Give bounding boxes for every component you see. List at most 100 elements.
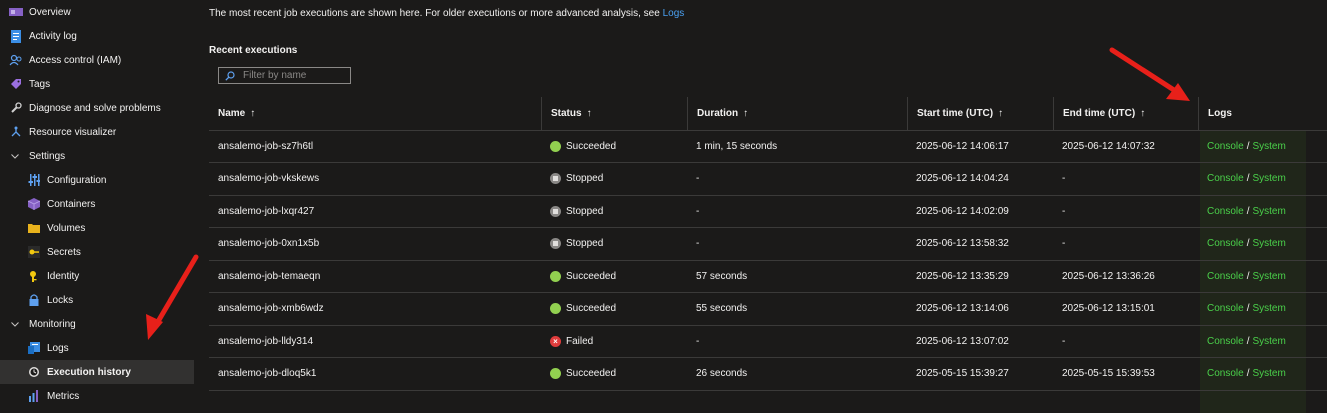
cell-status: Succeeded xyxy=(541,260,616,292)
cell-end: - xyxy=(1062,173,1066,184)
cell-start: 2025-05-15 15:39:27 xyxy=(916,368,1009,379)
sidebar-item-label: Activity log xyxy=(29,30,77,42)
system-log-link[interactable]: System xyxy=(1252,368,1285,379)
sidebar-item-resource-visualizer[interactable]: Resource visualizer xyxy=(0,120,194,144)
console-log-link[interactable]: Console xyxy=(1207,141,1244,152)
cell-logs: Console / System xyxy=(1198,228,1286,260)
table-row[interactable]: ansalemo-job-dloq5k1 Succeeded 26 seconds 2… xyxy=(209,358,1327,391)
sidebar-item-locks[interactable]: Locks xyxy=(0,288,194,312)
sidebar-item-secrets[interactable]: Secrets xyxy=(0,240,194,264)
cell-end: 2025-06-12 13:36:26 xyxy=(1062,270,1155,282)
history-icon xyxy=(27,365,41,379)
sidebar-item-label: Execution history xyxy=(47,366,131,378)
table-row[interactable]: ansalemo-job-lxqr427 Stopped - 2025-06-12 1… xyxy=(209,195,1327,228)
table-row[interactable]: ansalemo-job-xmb6wdz Succeeded 55 seconds 2… xyxy=(209,293,1327,326)
lock-icon xyxy=(27,293,41,307)
sidebar-item-logs[interactable]: Logs xyxy=(0,336,194,360)
status-stopped-icon xyxy=(550,173,561,184)
sidebar-item-activity-log[interactable]: Activity log xyxy=(0,24,194,48)
console-log-link[interactable]: Console xyxy=(1207,206,1244,217)
console-log-link[interactable]: Console xyxy=(1207,271,1244,282)
system-log-link[interactable]: System xyxy=(1252,303,1285,314)
sidebar-item-volumes[interactable]: Volumes xyxy=(0,216,194,240)
activity-log-icon xyxy=(9,29,23,43)
cell-start: 2025-06-12 14:02:09 xyxy=(916,205,1009,217)
column-header-duration[interactable]: Duration ↑ xyxy=(687,97,907,130)
status-label: Stopped xyxy=(566,205,604,217)
console-log-link[interactable]: Console xyxy=(1207,173,1244,184)
cell-end: - xyxy=(1062,205,1066,217)
sort-arrow-icon: ↑ xyxy=(998,108,1004,119)
sidebar-group-settings[interactable]: Settings xyxy=(0,144,194,168)
people-icon xyxy=(9,53,23,67)
table-row[interactable]: ansalemo-job-vkskews Stopped - 2025-06-12 1… xyxy=(209,163,1327,196)
table-row[interactable]: ansalemo-job-sz7h6tl Succeeded 1 min, 15 s… xyxy=(209,130,1327,163)
table-row[interactable]: ansalemo-job-lldy314 × Failed - 2025-06-12 1… xyxy=(209,325,1327,358)
sidebar-item-access-control[interactable]: Access control (IAM) xyxy=(0,48,194,72)
status-stopped-icon xyxy=(550,238,561,249)
cell-duration: 26 seconds xyxy=(696,368,748,379)
column-header-name[interactable]: Name ↑ xyxy=(209,97,541,130)
cell-name: ansalemo-job-dloq5k1 xyxy=(218,368,317,379)
column-header-end-time[interactable]: End time (UTC) ↑ xyxy=(1053,97,1198,130)
system-log-link[interactable]: System xyxy=(1252,238,1285,249)
sidebar-item-label: Tags xyxy=(29,78,51,90)
cell-logs: Console / System xyxy=(1198,260,1286,292)
chevron-down-icon xyxy=(11,149,19,163)
sidebar-item-metrics[interactable]: Metrics xyxy=(0,384,194,408)
console-log-link[interactable]: Console xyxy=(1207,303,1244,314)
console-log-link[interactable]: Console xyxy=(1207,238,1244,249)
sidebar-item-configuration[interactable]: Configuration xyxy=(0,168,194,192)
log-link-separator: / xyxy=(1246,173,1250,184)
status-label: Succeeded xyxy=(566,303,617,314)
system-log-link[interactable]: System xyxy=(1252,173,1285,184)
cell-start: 2025-06-12 13:07:02 xyxy=(916,335,1009,347)
status-label: Succeeded xyxy=(566,270,617,282)
cell-logs: Console / System xyxy=(1198,325,1286,357)
status-label: Succeeded xyxy=(566,368,617,379)
console-log-link[interactable]: Console xyxy=(1207,368,1244,379)
status-label: Stopped xyxy=(566,173,604,184)
system-log-link[interactable]: System xyxy=(1252,271,1285,282)
cell-start: 2025-06-12 13:58:32 xyxy=(916,238,1009,249)
sidebar-item-label: Metrics xyxy=(47,390,80,402)
logs-icon xyxy=(27,341,41,355)
sidebar-item-overview[interactable]: Overview xyxy=(0,0,194,24)
console-log-link[interactable]: Console xyxy=(1207,336,1244,347)
logs-link[interactable]: Logs xyxy=(663,8,685,19)
intro-text: The most recent job executions are shown… xyxy=(209,8,684,19)
sidebar-group-label: Monitoring xyxy=(29,318,76,330)
sidebar-item-diagnose[interactable]: Diagnose and solve problems xyxy=(0,96,194,120)
cell-status: Stopped xyxy=(541,228,603,260)
system-log-link[interactable]: System xyxy=(1252,141,1285,152)
filter-input[interactable] xyxy=(243,70,343,81)
cell-logs: Console / System xyxy=(1198,195,1286,227)
sidebar-item-label: Volumes xyxy=(47,222,86,234)
sort-arrow-icon: ↑ xyxy=(743,108,749,119)
sidebar-group-monitoring[interactable]: Monitoring xyxy=(0,312,194,336)
search-icon xyxy=(225,70,235,81)
system-log-link[interactable]: System xyxy=(1252,336,1285,347)
cell-name: ansalemo-job-0xn1x5b xyxy=(218,238,320,249)
cell-name: ansalemo-job-xmb6wdz xyxy=(218,303,324,314)
sidebar-item-containers[interactable]: Containers xyxy=(0,192,194,216)
sidebar-item-label: Containers xyxy=(47,198,96,210)
log-link-separator: / xyxy=(1246,303,1250,314)
table-row[interactable]: ansalemo-job-temaeqn Succeeded 57 seconds 2… xyxy=(209,260,1327,293)
cell-duration: 1 min, 15 seconds xyxy=(696,140,778,152)
sidebar-group-label: Settings xyxy=(29,150,66,162)
sidebar-item-label: Diagnose and solve problems xyxy=(29,102,161,114)
system-log-link[interactable]: System xyxy=(1252,206,1285,217)
cell-duration: 57 seconds xyxy=(696,270,748,282)
sidebar-item-label: Resource visualizer xyxy=(29,126,117,138)
sidebar-item-tags[interactable]: Tags xyxy=(0,72,194,96)
table-row[interactable]: ansalemo-job-0xn1x5b Stopped - 2025-06-12 1… xyxy=(209,228,1327,261)
cell-logs: Console / System xyxy=(1198,358,1286,390)
cell-name: ansalemo-job-temaeqn xyxy=(218,270,321,282)
log-link-separator: / xyxy=(1246,368,1250,379)
sidebar-item-label: Locks xyxy=(47,294,74,306)
sidebar-item-execution-history[interactable]: Execution history xyxy=(0,360,194,384)
column-header-status[interactable]: Status ↑ xyxy=(541,97,687,130)
sidebar-item-identity[interactable]: Identity xyxy=(0,264,194,288)
column-header-start-time[interactable]: Start time (UTC) ↑ xyxy=(907,97,1053,130)
